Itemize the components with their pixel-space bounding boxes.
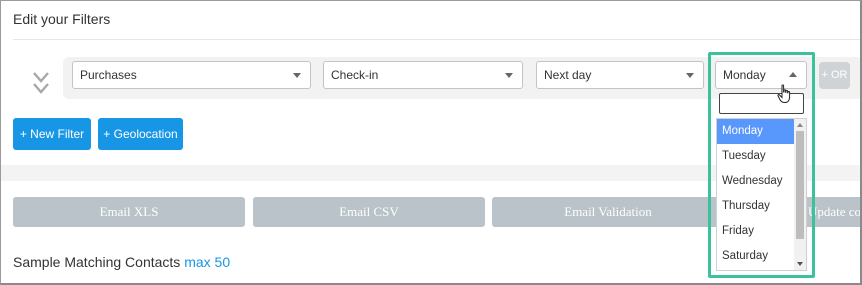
geolocation-button[interactable]: + Geolocation (98, 118, 183, 150)
event-select[interactable]: Check-in (323, 61, 523, 89)
caret-down-icon (293, 73, 301, 78)
highlight-frame (708, 52, 815, 278)
add-or-button[interactable]: + OR (819, 62, 850, 89)
sample-label: Sample Matching Contacts (13, 254, 181, 270)
timing-select-value: Next day (544, 68, 592, 82)
caret-down-icon (505, 73, 513, 78)
field-select-value: Purchases (80, 68, 137, 82)
filters-panel: Edit your Filters Purchases Check-in Nex… (0, 0, 862, 285)
field-select[interactable]: Purchases (72, 61, 311, 89)
title-divider (13, 39, 860, 40)
hand-pointer-icon (777, 84, 791, 103)
event-select-value: Check-in (331, 68, 379, 82)
chevron-double-down-icon[interactable] (31, 71, 51, 97)
caret-down-icon (686, 73, 694, 78)
new-filter-button[interactable]: + New Filter (13, 118, 91, 150)
email-xls-button[interactable]: Email XLS (13, 197, 245, 227)
max-count-link[interactable]: max 50 (184, 254, 230, 270)
sample-matching-heading: Sample Matching Contacts max 50 (13, 254, 230, 270)
email-validation-button[interactable]: Email Validation (492, 197, 724, 227)
email-csv-button[interactable]: Email CSV (253, 197, 485, 227)
timing-select[interactable]: Next day (536, 61, 704, 89)
panel-title: Edit your Filters (13, 11, 111, 27)
